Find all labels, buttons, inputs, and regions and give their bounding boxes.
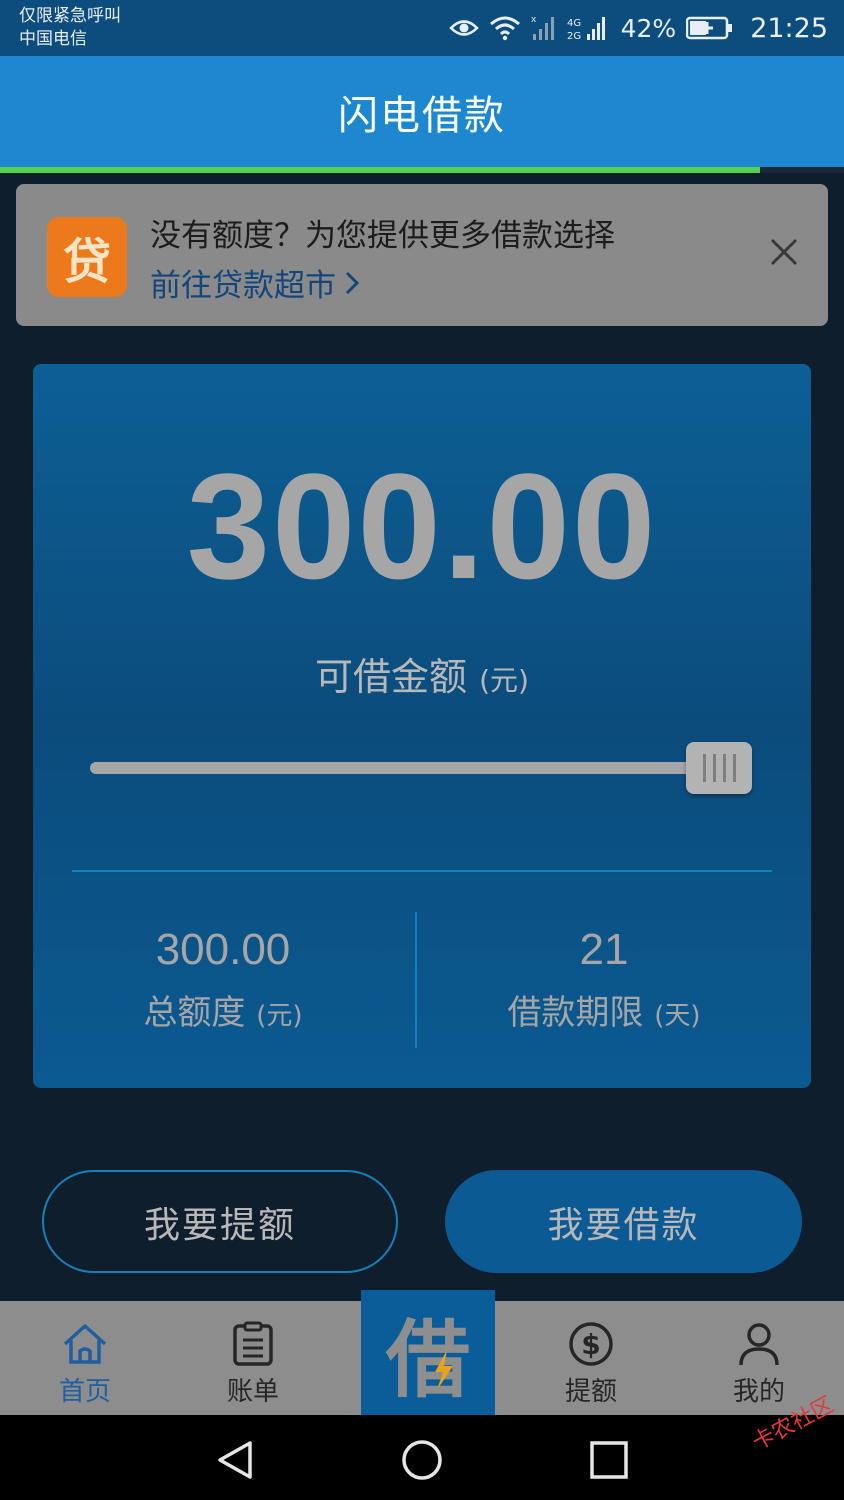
status-right: x 4G 2G 42% 21:25 <box>448 10 828 46</box>
svg-text:$: $ <box>581 1328 600 1361</box>
tab-bills-label: 账单 <box>226 1377 279 1407</box>
loan-logo-text: 贷 <box>62 234 111 290</box>
stats-divider <box>415 912 417 1048</box>
amount-slider-track[interactable] <box>90 762 720 774</box>
status-bar: 仅限紧急呼叫 中国电信 x 4G 2G 42% 21:25 <box>0 0 844 56</box>
tab-mine-label: 我的 <box>732 1377 785 1407</box>
tab-bills[interactable]: 账单 <box>178 1301 328 1415</box>
status-left: 仅限紧急呼叫 中国电信 <box>19 5 121 51</box>
carrier-text: 中国电信 <box>19 29 87 49</box>
banner-message: 没有额度？为您提供更多借款选择 <box>150 218 615 254</box>
page-title: 闪电借款 <box>338 92 506 139</box>
loan-term-unit: (天) <box>654 1001 701 1031</box>
total-limit-title: 总额度 <box>143 993 246 1033</box>
card-divider <box>72 870 772 872</box>
clipboard-icon <box>228 1321 278 1367</box>
lightning-icon <box>435 1350 453 1390</box>
total-limit-value: 300.00 <box>155 925 291 974</box>
dollar-icon: $ <box>566 1321 616 1367</box>
tab-home[interactable]: 首页 <box>10 1301 160 1415</box>
loan-market-link-label: 前往贷款超市 <box>150 268 336 304</box>
borrow-button[interactable]: 我要借款 <box>445 1170 802 1273</box>
grip-line <box>702 754 706 782</box>
loan-term-label: 借款期限 (天) <box>424 985 784 1034</box>
home-circle-icon[interactable] <box>397 1435 447 1485</box>
load-progress-fill <box>0 167 760 173</box>
system-nav-bar <box>0 1415 844 1500</box>
tab-borrow-center-label: 借 <box>385 1310 470 1409</box>
grip-line <box>722 754 726 782</box>
available-amount: 300.00 <box>186 442 658 610</box>
wifi-icon <box>489 15 521 41</box>
raise-limit-button[interactable]: 我要提额 <box>42 1170 398 1273</box>
home-icon <box>60 1321 110 1367</box>
loan-term-title: 借款期限 <box>507 993 644 1033</box>
svg-text:4G: 4G <box>567 18 581 29</box>
loan-market-banner[interactable]: 贷 没有额度？为您提供更多借款选择 前往贷款超市 <box>16 184 828 326</box>
svg-text:x: x <box>531 15 537 25</box>
total-limit-unit: (元) <box>256 1001 303 1031</box>
recents-icon[interactable] <box>584 1435 634 1485</box>
grip-line <box>732 754 736 782</box>
available-amount-title: 可借金额 <box>315 655 468 699</box>
close-icon[interactable] <box>766 234 802 270</box>
chevron-right-icon <box>345 271 360 294</box>
total-limit-stat: 300.00 总额度 (元) <box>43 925 403 1034</box>
tab-raise-label: 提额 <box>564 1377 617 1407</box>
available-amount-label: 可借金额 (元) <box>0 646 844 701</box>
loan-term-stat: 21 借款期限 (天) <box>424 925 784 1034</box>
signal-2-icon: 4G 2G <box>567 14 611 42</box>
eye-comfort-icon <box>448 17 479 39</box>
total-limit-label: 总额度 (元) <box>43 985 403 1034</box>
svg-text:2G: 2G <box>567 31 581 42</box>
clock: 21:25 <box>750 12 828 44</box>
grip-line <box>712 754 716 782</box>
app-header: 闪电借款 <box>0 56 844 167</box>
load-progress-bar <box>0 167 844 173</box>
tab-home-label: 首页 <box>58 1377 111 1407</box>
available-amount-unit: (元) <box>479 664 529 697</box>
user-icon <box>734 1321 784 1367</box>
emergency-call-text: 仅限紧急呼叫 <box>19 6 121 26</box>
loan-market-link[interactable]: 前往贷款超市 <box>150 260 360 305</box>
tab-raise[interactable]: $ 提额 <box>516 1301 666 1415</box>
tab-borrow-center[interactable]: 借 <box>361 1290 495 1416</box>
amount-slider-handle[interactable] <box>686 742 752 794</box>
signal-1-icon: x <box>531 14 557 42</box>
loan-term-value: 21 <box>579 925 629 974</box>
battery-charging-icon <box>686 16 734 40</box>
back-icon[interactable] <box>210 1435 260 1485</box>
battery-percent: 42% <box>620 13 677 43</box>
loan-logo-icon: 贷 <box>47 217 127 297</box>
